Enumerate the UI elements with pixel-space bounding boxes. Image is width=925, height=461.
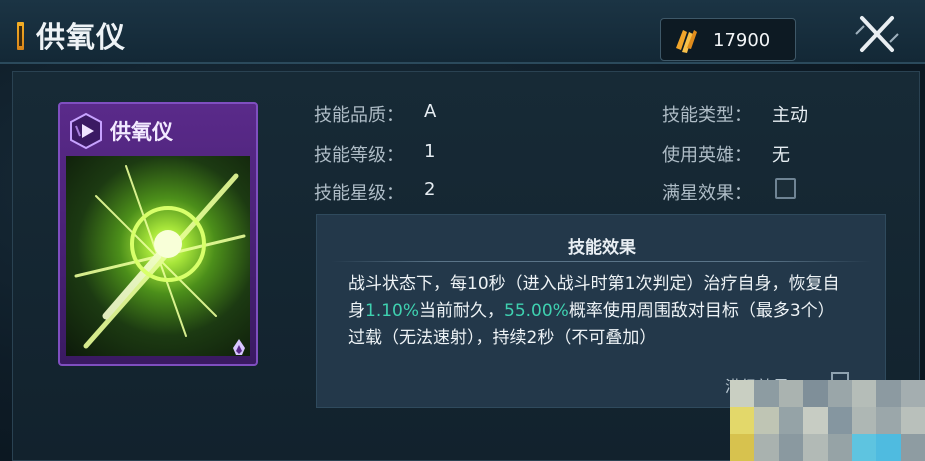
skill-type-value: 主动 <box>772 105 808 126</box>
effect-highlight-chance: 55.00% <box>504 301 569 321</box>
hero-label: 使用英雄： <box>662 145 752 166</box>
title-accent-bar <box>17 22 24 50</box>
skill-star-label: 技能星级： <box>314 183 404 204</box>
skill-quality-label: 技能品质： <box>314 105 404 126</box>
effect-text-part: 当前耐久， <box>419 301 505 321</box>
flame-rank-icon <box>233 339 245 355</box>
currency-display: 17900 <box>660 18 796 61</box>
pixelated-overlay <box>730 380 925 461</box>
page-title: 供氧仪 <box>36 20 127 54</box>
skill-type-label: 技能类型： <box>662 105 752 126</box>
header-bar: 供氧仪 17900 <box>0 0 925 64</box>
hero-value: 无 <box>772 145 790 166</box>
skill-card: 供氧仪 <box>58 102 258 366</box>
close-button[interactable] <box>846 6 908 62</box>
currency-value: 17900 <box>713 30 771 51</box>
effect-divider <box>331 261 871 262</box>
skill-level-value: 1 <box>424 141 436 162</box>
effect-description: 战斗状态下，每10秒（进入战斗时第1次判定）治疗自身，恢复自身1.10%当前耐久… <box>348 271 848 352</box>
effect-title: 技能效果 <box>568 238 636 258</box>
skill-level-label: 技能等级： <box>314 145 404 166</box>
max-star-checkbox[interactable] <box>775 178 796 199</box>
skill-card-art <box>66 156 250 356</box>
skill-quality-value: A <box>424 101 437 122</box>
crystal-shard-icon <box>676 30 697 53</box>
max-star-label: 满星效果： <box>662 183 752 204</box>
skill-card-name: 供氧仪 <box>110 119 173 144</box>
hexagon-play-badge-icon <box>70 112 102 150</box>
skill-star-value: 2 <box>424 179 436 200</box>
effect-highlight-heal: 1.10% <box>365 301 420 321</box>
skill-effect-box[interactable]: 技能效果 战斗状态下，每10秒（进入战斗时第1次判定）治疗自身，恢复自身1.10… <box>316 214 886 408</box>
close-cross-icon <box>855 16 899 52</box>
